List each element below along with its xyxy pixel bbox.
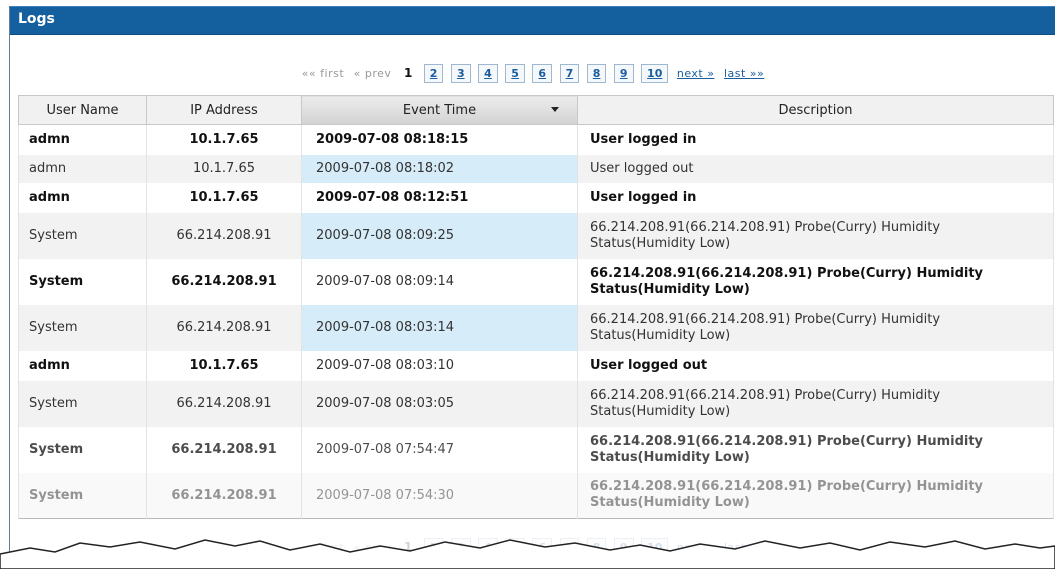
cell-description: User logged in [577,124,1054,155]
description-line-1: 66.214.208.91(66.214.208.91) Probe(Curry… [590,219,941,235]
table-row[interactable]: admn 10.1.7.65 2009-07-08 08:03:10 User … [18,350,1054,381]
table-row[interactable]: admn 10.1.7.65 2009-07-08 08:18:02 User … [18,154,1054,183]
logs-panel: Logs «« first « prev 1 2 3 4 5 6 7 8 9 1… [9,6,1055,569]
cell-event-time: 2009-07-08 08:03:10 [301,350,578,381]
cell-user: admn [18,350,147,381]
table-row[interactable]: admn 10.1.7.65 2009-07-08 08:12:51 User … [18,182,1054,213]
table-row[interactable]: System 66.214.208.91 2009-07-08 07:54:30… [18,472,1054,519]
cell-user: admn [18,154,147,183]
torn-edge-decoration [0,539,1055,569]
page-link-2[interactable]: 2 [423,64,444,83]
cell-user: System [18,258,147,305]
first-page-link[interactable]: «« first [302,67,344,80]
cell-description: 66.214.208.91(66.214.208.91) Probe(Curry… [577,380,1054,427]
column-header-event-time[interactable]: Event Time [301,95,578,125]
cell-event-time: 2009-07-08 08:18:02 [301,154,578,183]
cell-ip: 66.214.208.91 [146,380,302,427]
page-link-7[interactable]: 7 [559,64,580,83]
description-line-1: 66.214.208.91(66.214.208.91) Probe(Curry… [590,387,941,403]
current-page: 1 [403,65,413,80]
cell-user: System [18,426,147,473]
table-row[interactable]: System 66.214.208.91 2009-07-08 08:09:25… [18,212,1054,259]
cell-description: 66.214.208.91(66.214.208.91) Probe(Curry… [577,212,1054,259]
description-line-1: 66.214.208.91(66.214.208.91) Probe(Curry… [590,433,984,449]
cell-user: admn [18,124,147,155]
panel-title: Logs [10,6,1055,35]
cell-user: admn [18,182,147,213]
page-link-10[interactable]: 10 [641,64,669,83]
cell-description: User logged out [577,154,1054,183]
cell-user: System [18,212,147,259]
cell-user: System [18,304,147,351]
description-line-1: 66.214.208.91(66.214.208.91) Probe(Curry… [590,479,984,495]
cell-user: System [18,380,147,427]
description-line-2: Status(Humidity Low) [590,449,750,465]
page-link-6[interactable]: 6 [532,64,553,83]
description-line-1: User logged in [590,131,697,147]
description-line-1: 66.214.208.91(66.214.208.91) Probe(Curry… [590,265,984,281]
cell-ip: 66.214.208.91 [146,258,302,305]
last-page-link[interactable]: last »» [724,67,764,80]
page-link-9[interactable]: 9 [613,64,634,83]
column-header-ip-address[interactable]: IP Address [146,95,302,125]
description-line-2: Status(Humidity Low) [590,495,750,511]
table-row[interactable]: System 66.214.208.91 2009-07-08 08:09:14… [18,258,1054,305]
cell-ip: 10.1.7.65 [146,350,302,381]
column-header-user-name[interactable]: User Name [18,95,147,125]
page-link-5[interactable]: 5 [505,64,525,83]
description-line-1: User logged in [590,189,697,205]
cell-event-time: 2009-07-08 08:03:14 [301,304,578,351]
cell-ip: 66.214.208.91 [146,426,302,473]
next-page-link[interactable]: next » [677,67,715,80]
cell-ip: 66.214.208.91 [146,212,302,259]
cell-event-time: 2009-07-08 08:18:15 [301,124,578,155]
page-link-3[interactable]: 3 [450,64,471,83]
cell-description: 66.214.208.91(66.214.208.91) Probe(Curry… [577,304,1054,351]
cell-event-time: 2009-07-08 08:09:14 [301,258,578,305]
cell-description: 66.214.208.91(66.214.208.91) Probe(Curry… [577,472,1054,519]
description-line-1: User logged out [590,160,694,176]
cell-event-time: 2009-07-08 08:12:51 [301,182,578,213]
cell-ip: 10.1.7.65 [146,182,302,213]
column-header-description[interactable]: Description [577,95,1054,125]
description-line-2: Status(Humidity Low) [590,235,731,251]
description-line-2: Status(Humidity Low) [590,281,750,297]
cell-event-time: 2009-07-08 07:54:47 [301,426,578,473]
cell-description: 66.214.208.91(66.214.208.91) Probe(Curry… [577,258,1054,305]
page-link-8[interactable]: 8 [586,64,607,83]
page-link-4[interactable]: 4 [478,64,498,83]
cell-event-time: 2009-07-08 08:03:05 [301,380,578,427]
cell-ip: 10.1.7.65 [146,154,302,183]
cell-description: 66.214.208.91(66.214.208.91) Probe(Curry… [577,426,1054,473]
table-row[interactable]: admn 10.1.7.65 2009-07-08 08:18:15 User … [18,124,1054,155]
prev-page-link[interactable]: « prev [354,67,392,80]
sort-descending-icon[interactable] [551,107,559,112]
table-row[interactable]: System 66.214.208.91 2009-07-08 08:03:14… [18,304,1054,351]
cell-description: User logged out [577,350,1054,381]
description-line-2: Status(Humidity Low) [590,403,731,419]
cell-ip: 66.214.208.91 [146,304,302,351]
table-header-row: User Name IP Address Event Time Descript… [18,95,1054,125]
cell-ip: 66.214.208.91 [146,472,302,519]
logs-table: User Name IP Address Event Time Descript… [18,95,1054,519]
description-line-1: User logged out [590,357,708,373]
column-header-event-time-label: Event Time [402,102,477,118]
cell-ip: 10.1.7.65 [146,124,302,155]
pagination-top: «« first « prev 1 2 3 4 5 6 7 8 9 10 nex… [10,64,1055,83]
table-row[interactable]: System 66.214.208.91 2009-07-08 07:54:47… [18,426,1054,473]
cell-event-time: 2009-07-08 08:09:25 [301,212,578,259]
cell-event-time: 2009-07-08 07:54:30 [301,472,578,519]
cell-description: User logged in [577,182,1054,213]
description-line-2: Status(Humidity Low) [590,327,731,343]
cell-user: System [18,472,147,519]
table-row[interactable]: System 66.214.208.91 2009-07-08 08:03:05… [18,380,1054,427]
description-line-1: 66.214.208.91(66.214.208.91) Probe(Curry… [590,311,941,327]
